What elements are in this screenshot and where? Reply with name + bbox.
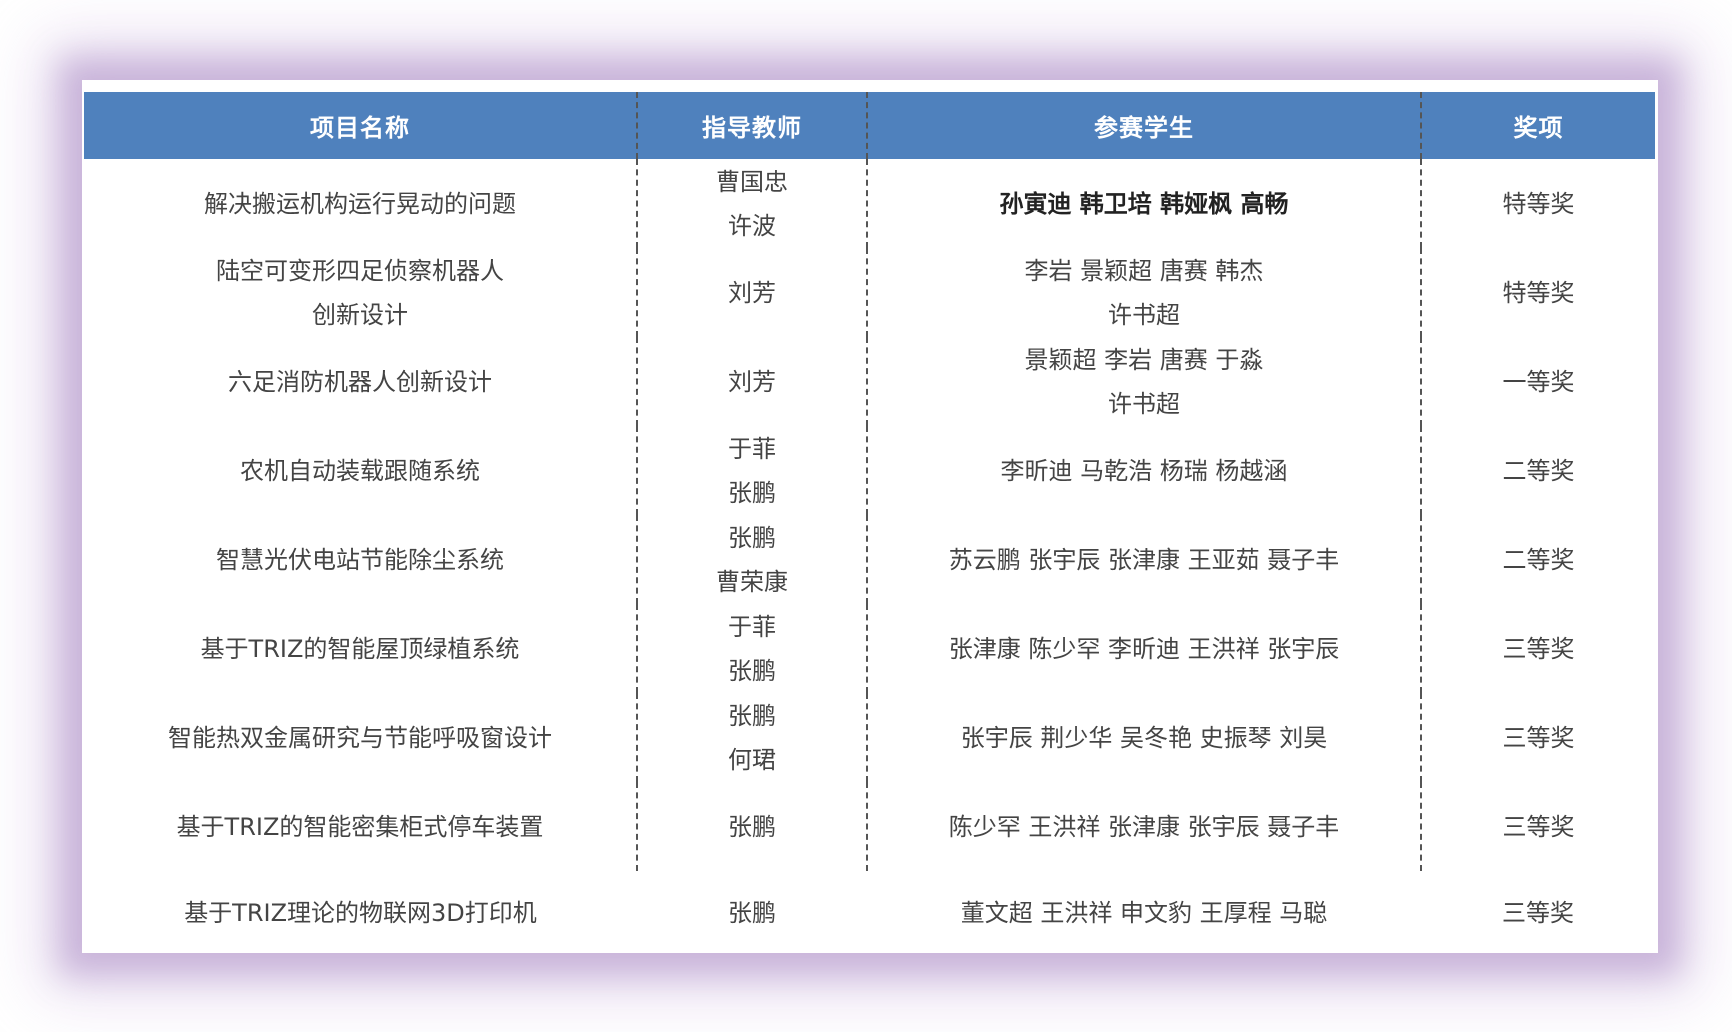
table-row: 基于TRIZ的智能密集柜式停车装置 张鹏 陈少罕 王洪祥 张津康 张宇辰 聂子丰 三等…	[84, 782, 1655, 871]
header-row: 项目名称 指导教师 参赛学生 奖项	[84, 92, 1655, 159]
teacher-cell-line: 何珺	[728, 745, 776, 774]
project-name-cell: 智慧光伏电站节能除尘系统	[84, 515, 637, 604]
table-row: 基于TRIZ的智能屋顶绿植系统 于菲张鹏 张津康 陈少罕 李昕迪 王洪祥 张宇辰 三等…	[84, 604, 1655, 693]
students-cell-line: 孙寅迪 韩卫培 韩娅枫 高畅	[999, 189, 1289, 218]
project-name-cell: 农机自动装载跟随系统	[84, 426, 637, 515]
teacher-cell: 于菲 张鹏	[636, 426, 867, 515]
award-cell: 二等奖	[1420, 426, 1655, 515]
teacher-cell-line: 曹国忠	[716, 167, 788, 196]
teacher-cell-line: 张鹏	[728, 656, 776, 685]
project-name-cell-line: 基于TRIZ理论的物联网3D打印机	[184, 899, 537, 927]
header-teacher: 指导教师	[636, 92, 867, 159]
teacher-cell-line: 张鹏	[728, 899, 776, 927]
project-name-cell: 智能热双金属研究与节能呼吸窗设计	[84, 693, 637, 782]
teacher-cell-line: 许波	[728, 211, 776, 240]
project-name-cell: 六足消防机器人创新设计	[84, 337, 637, 426]
students-cell-line: 李岩 景颖超 唐赛 韩杰	[1024, 256, 1264, 285]
teacher-cell-line: 张鹏	[728, 701, 776, 730]
header-project: 项目名称	[84, 92, 637, 159]
table-row: 六足消防机器人创新设计 刘芳 景颖超 李岩 唐赛 于淼 许书超 一等奖	[84, 337, 1655, 426]
table-row: 农机自动装载跟随系统 于菲张鹏 李昕迪 马乾浩 杨瑞 杨越涵 二等奖	[84, 426, 1655, 515]
project-name-cell-line: 农机自动装载跟随系统	[240, 456, 480, 485]
teacher-cell-line: 刘芳	[728, 278, 776, 307]
table-row: 智慧光伏电站节能除尘系统 张鹏曹荣康 苏云鹏 张宇辰 张津康 王亚茹 聂子丰 二等奖	[84, 515, 1655, 604]
teacher-cell-line: 于菲	[728, 434, 776, 463]
teacher-cell: 于菲 张鹏	[636, 604, 867, 693]
students-cell: 孙寅迪 韩卫培 韩娅枫 高畅	[866, 159, 1421, 248]
students-cell: 张宇辰 荆少华 吴冬艳 史振琴 刘昊	[866, 693, 1421, 782]
teacher-cell: 刘芳	[636, 337, 867, 426]
teacher-cell-line: 张鹏	[728, 478, 776, 507]
project-name-cell: 解决搬运机构运行晃动的问题	[84, 159, 637, 248]
table-row: 陆空可变形四足侦察机器人 创新设计 刘芳 李岩 景颖超 唐赛 韩杰 许书超 特等奖	[84, 248, 1655, 337]
awards-table: 项目名称 指导教师 参赛学生 奖项 解决搬运机构运行晃动的问题 曹国忠许波 孙寅迪 …	[84, 92, 1655, 955]
project-name-cell-line: 智慧光伏电站节能除尘系统	[216, 545, 504, 574]
students-cell-line: 张宇辰 荆少华 吴冬艳 史振琴 刘昊	[960, 723, 1328, 752]
teacher-cell: 曹国忠 许波	[636, 159, 867, 248]
award-cell: 特等奖	[1420, 248, 1655, 337]
award-cell: 三等奖	[1420, 604, 1655, 693]
project-name-cell: 基于TRIZ的智能密集柜式停车装置	[84, 782, 637, 871]
award-cell: 一等奖	[1420, 337, 1655, 426]
students-cell: 陈少罕 王洪祥 张津康 张宇辰 聂子丰	[866, 782, 1421, 871]
teacher-cell-line: 张鹏	[728, 812, 776, 841]
teacher-cell: 张鹏 曹荣康	[636, 515, 867, 604]
table-body: 解决搬运机构运行晃动的问题 曹国忠 许波 孙寅迪 韩卫培 韩娅枫 高畅 特等奖 陆空可变形…	[84, 159, 1655, 955]
project-name-cell-line: 陆空可变形四足侦察机器人	[216, 256, 504, 285]
award-cell: 二等奖	[1420, 515, 1655, 604]
students-cell-line: 许书超	[1108, 389, 1180, 418]
award-cell: 三等奖	[1420, 693, 1655, 782]
project-name-cell: 基于TRIZ理论的物联网3D打印机	[84, 871, 637, 955]
teacher-cell: 刘芳	[636, 248, 867, 337]
header-award: 奖项	[1420, 92, 1655, 159]
students-cell-line: 景颖超 李岩 唐赛 于淼	[1024, 345, 1264, 374]
table-row: 智能热双金属研究与节能呼吸窗设计 张鹏何珺 张宇辰 荆少华 吴冬艳 史振琴 刘昊 三等…	[84, 693, 1655, 782]
students-cell-line: 张津康 陈少罕 李昕迪 王洪祥 张宇辰	[948, 634, 1340, 663]
table-row: 解决搬运机构运行晃动的问题 曹国忠许波 孙寅迪 韩卫培 韩娅枫 高畅 特等奖	[84, 159, 1655, 248]
teacher-cell-line: 刘芳	[728, 367, 776, 396]
teacher-cell: 张鹏	[637, 871, 867, 955]
award-cell: 特等奖	[1420, 159, 1655, 248]
students-cell: 董文超 王洪祥 申文豹 王厚程 马聪	[867, 871, 1421, 955]
teacher-cell-line: 于菲	[728, 612, 776, 641]
students-cell: 景颖超 李岩 唐赛 于淼 许书超	[866, 337, 1421, 426]
project-name-cell-line: 六足消防机器人创新设计	[228, 367, 492, 396]
header-students: 参赛学生	[866, 92, 1421, 159]
teacher-cell-line: 张鹏	[728, 523, 776, 552]
students-cell-line: 董文超 王洪祥 申文豹 王厚程 马聪	[960, 899, 1328, 927]
project-name-cell-line: 创新设计	[312, 300, 408, 329]
teacher-cell: 张鹏	[636, 782, 867, 871]
award-cell: 三等奖	[1420, 782, 1655, 871]
project-name-cell-line: 基于TRIZ的智能屋顶绿植系统	[200, 634, 520, 663]
table-row: 基于TRIZ理论的物联网3D打印机 张鹏 董文超 王洪祥 申文豹 王厚程 马聪 三等奖	[84, 871, 1655, 955]
students-cell-line: 苏云鹏 张宇辰 张津康 王亚茹 聂子丰	[948, 545, 1340, 574]
teacher-cell: 张鹏 何珺	[636, 693, 867, 782]
award-cell: 三等奖	[1502, 899, 1574, 927]
project-name-cell-line: 解决搬运机构运行晃动的问题	[204, 189, 516, 218]
project-name-cell-line: 基于TRIZ的智能密集柜式停车装置	[176, 812, 544, 841]
students-cell: 张津康 陈少罕 李昕迪 王洪祥 张宇辰	[866, 604, 1421, 693]
students-cell: 李昕迪 马乾浩 杨瑞 杨越涵	[866, 426, 1421, 515]
students-cell: 苏云鹏 张宇辰 张津康 王亚茹 聂子丰	[866, 515, 1421, 604]
project-name-cell: 基于TRIZ的智能屋顶绿植系统	[84, 604, 637, 693]
students-cell: 李岩 景颖超 唐赛 韩杰 许书超	[866, 248, 1421, 337]
project-name-cell-line: 智能热双金属研究与节能呼吸窗设计	[168, 723, 552, 752]
students-cell-line: 许书超	[1108, 300, 1180, 329]
teacher-cell-line: 曹荣康	[716, 567, 788, 596]
project-name-cell: 陆空可变形四足侦察机器人 创新设计	[84, 248, 637, 337]
students-cell-line: 陈少罕 王洪祥 张津康 张宇辰 聂子丰	[948, 812, 1340, 841]
students-cell-line: 李昕迪 马乾浩 杨瑞 杨越涵	[1000, 456, 1288, 485]
